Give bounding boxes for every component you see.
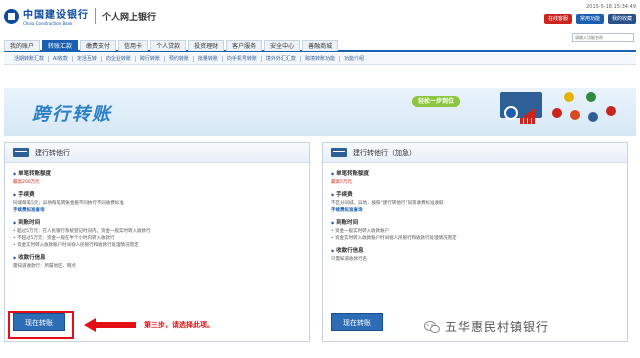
bar [520, 118, 523, 124]
bank-logo-icon [586, 92, 596, 102]
search-input[interactable] [572, 33, 634, 42]
banner-title: 跨行转账 [32, 104, 112, 125]
subnav-item[interactable]: 境外外汇汇款 [262, 55, 301, 62]
fee-text: 同城每笔5元；异地每笔转账金额不同执行不同收费标准 [13, 201, 124, 206]
section-title: 单笔转账额度 [331, 169, 619, 179]
bank-logo-icon [588, 112, 598, 122]
ccb-logo-icon [4, 8, 19, 24]
tab-payment[interactable]: 缴费支付 [80, 40, 117, 51]
card-icon [331, 148, 347, 157]
bank-logo-icon [570, 110, 580, 120]
step-annotation: 第三步，请选择此项。 [144, 321, 214, 329]
subnav-item[interactable]: 预约转账 [165, 55, 194, 62]
section-title: 手续费 [331, 190, 619, 200]
arrival-time-text: 资金实时转入收款账户时间视人民银行和收款行处理情况而定 [13, 242, 301, 249]
bank-logo-icon [606, 106, 616, 116]
limit-value: 最高5万元 [331, 180, 352, 185]
highlight-box [8, 311, 74, 339]
watermark-text: 五华惠民村镇银行 [445, 320, 550, 334]
payee-bank-info-text: 需知道收款行：所属地区、网点 [13, 264, 76, 269]
subnav-item[interactable]: 批量转账 [194, 55, 223, 62]
header-buttons: 在线客服 常用功能 我的收藏 [543, 14, 636, 24]
subnav-item[interactable]: 活期转账汇款 [10, 55, 50, 62]
arrival-time-text: 资金一般实时转入收款账户 [331, 228, 619, 235]
subnav-item[interactable]: 向手机号转账 [223, 55, 262, 62]
online-service-button[interactable]: 在线客服 [543, 14, 572, 24]
bar-chart-icon [520, 108, 535, 124]
tab-investment[interactable]: 投资理财 [188, 40, 225, 51]
fee-standard-link[interactable]: 手续费标准查询 [13, 207, 301, 214]
bank-logo-icon [564, 92, 574, 102]
tab-transfer[interactable]: 转账汇款 [42, 40, 79, 51]
arrival-time-text: 超过5万元：在人民银行系统登记时间内，资金一般实时转入收款行 [13, 228, 301, 235]
section-title: 收款行信息 [331, 246, 619, 256]
watermark: 五华惠民村镇银行 [424, 318, 549, 335]
bank-name-cn: 中国建设银行 [23, 10, 89, 21]
bank-name-en: China Construction Bank [23, 21, 73, 26]
panel-title: 建行转他行（加急） [353, 148, 416, 157]
section-title: 收款行信息 [13, 253, 301, 263]
promo-banner: 跨行转账 轻松一步到位 [4, 88, 636, 136]
section-title: 手续费 [13, 190, 301, 200]
bar [524, 115, 527, 124]
section-title: 到账时间 [13, 218, 301, 228]
limit-value: 最高200万元 [13, 180, 40, 185]
divider [95, 8, 96, 24]
subnav-item-interbank[interactable]: 跨行转账 [136, 55, 165, 62]
favorites-button[interactable]: 我的收藏 [607, 14, 636, 24]
coin-icon [504, 106, 518, 120]
transfer-now-urgent-button[interactable]: 现在转账 [331, 313, 383, 331]
page-header: 中国建设银行 China Construction Bank 个人网上银行 20… [0, 0, 640, 40]
tab-personal-loan[interactable]: 个人贷款 [150, 40, 187, 51]
tab-customer-service[interactable]: 客户服务 [226, 40, 263, 51]
subnav-item[interactable]: 向企业转账 [102, 55, 136, 62]
red-arrow-icon [84, 318, 136, 332]
bank-logo-icon [552, 108, 562, 118]
bar [528, 112, 531, 124]
arrival-time-text: 资金实时转入收款账户时间视人民银行和收款行处理情况而定 [331, 235, 619, 242]
portal-title: 个人网上银行 [102, 12, 157, 23]
arrival-time-text: 不超过5万元：资金一般在半个小时内转入收款行 [13, 235, 301, 242]
wechat-icon [424, 320, 440, 333]
ccb-to-other-bank-urgent-panel: 建行转他行（加急） 单笔转账额度 最高5万元 手续费 不区分同城、异地，按照“建… [322, 142, 628, 342]
fee-text: 不区分同城、异地，按照“建行转他行”同等收费标准收取 [331, 201, 444, 206]
payee-bank-info-text: 只需知道收款行名 [331, 257, 367, 262]
subnav-item[interactable]: 定活互转 [73, 55, 102, 62]
main-nav: 我的账户 转账汇款 缴费支付 信用卡 个人贷款 投资理财 客户服务 安全中心 善… [4, 33, 636, 52]
banner-slogan: 轻松一步到位 [412, 96, 461, 107]
bar [532, 109, 535, 124]
card-icon [13, 148, 29, 157]
tab-shop[interactable]: 善融商城 [302, 40, 339, 51]
section-title: 到账时间 [331, 218, 619, 228]
tab-my-account[interactable]: 我的账户 [4, 40, 41, 51]
common-functions-button[interactable]: 常用功能 [575, 14, 604, 24]
panel-title: 建行转他行 [35, 148, 70, 157]
sub-nav: 活期转账汇款 Al收款 定活互转 向企业转账 跨行转账 预约转账 批量转账 向手… [4, 53, 636, 65]
subnav-item[interactable]: Al收款 [49, 55, 73, 62]
tab-security-center[interactable]: 安全中心 [264, 40, 301, 51]
bank-logo[interactable]: 中国建设银行 China Construction Bank 个人网上银行 [4, 6, 156, 26]
tab-credit-card[interactable]: 信用卡 [118, 40, 149, 51]
fee-standard-link[interactable]: 手续费标准查询 [331, 207, 619, 214]
subnav-item[interactable]: 跨境转账功能 [301, 55, 340, 62]
current-date: 2015-5-18 15:34:49 [586, 4, 636, 10]
subnav-item[interactable]: 功能介绍 [340, 56, 368, 62]
section-title: 单笔转账额度 [13, 169, 301, 179]
